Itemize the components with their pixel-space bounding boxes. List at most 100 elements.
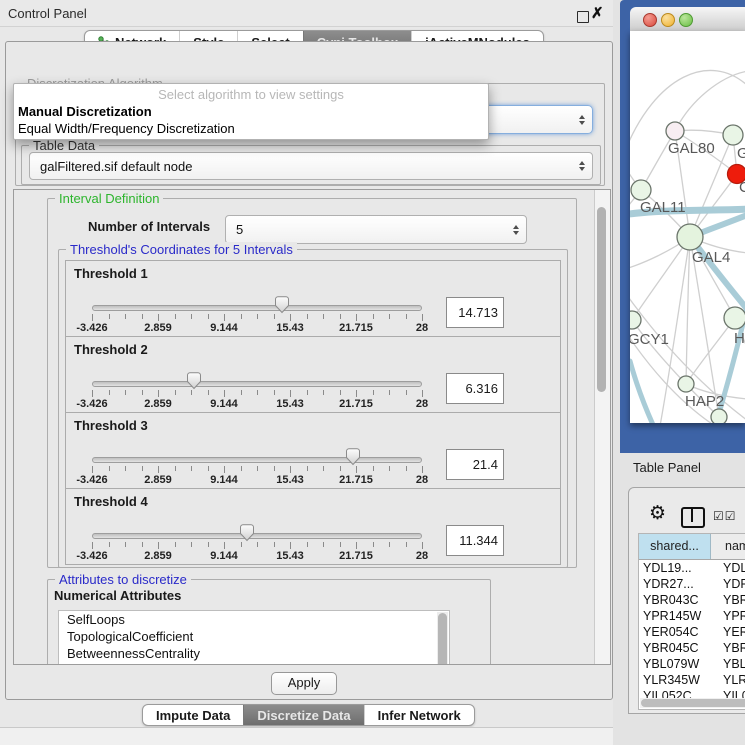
network-node[interactable] bbox=[724, 307, 745, 329]
tab-infer-network[interactable]: Infer Network bbox=[364, 705, 474, 725]
split-columns-icon[interactable] bbox=[681, 507, 705, 528]
table-data-value: galFiltered.sif default node bbox=[40, 153, 192, 179]
attributes-group-label: Attributes to discretize bbox=[55, 572, 191, 587]
algorithm-option[interactable]: Equal Width/Frequency Discretization bbox=[18, 120, 484, 137]
tick-mark bbox=[323, 542, 324, 547]
network-node[interactable] bbox=[631, 180, 651, 200]
tick-mark bbox=[290, 390, 291, 397]
attribute-item[interactable]: BetweennessCentrality bbox=[59, 645, 449, 662]
table-row[interactable]: YDR27...YDR27 bbox=[639, 576, 745, 592]
slider-handle[interactable] bbox=[345, 448, 360, 466]
network-canvas[interactable]: GAL80GACGAL11GAL4GCY1HHAP2 bbox=[630, 31, 745, 423]
vertical-scrollbar[interactable] bbox=[594, 190, 610, 664]
network-node[interactable] bbox=[723, 125, 743, 145]
cell-shared-name: YBL079W bbox=[639, 656, 714, 672]
scrollbar-thumb[interactable] bbox=[597, 207, 606, 392]
tick-mark bbox=[92, 390, 93, 397]
network-edge[interactable] bbox=[675, 71, 745, 131]
table-row[interactable]: YBR043CYBR04 bbox=[639, 592, 745, 608]
tick-mark bbox=[109, 542, 110, 547]
tick-mark bbox=[92, 542, 93, 549]
tick-label: 15.43 bbox=[276, 474, 304, 486]
tick-mark bbox=[92, 466, 93, 473]
table-row[interactable]: YPR145WYPR14 bbox=[639, 608, 745, 624]
apply-button[interactable]: Apply bbox=[271, 672, 337, 695]
slider-groove bbox=[92, 457, 422, 463]
network-node[interactable] bbox=[677, 224, 703, 250]
column-header-shared-name[interactable]: shared... bbox=[639, 534, 711, 559]
float-window-icon[interactable] bbox=[577, 11, 589, 23]
attribute-item[interactable]: TopologicalCoefficient bbox=[59, 628, 449, 645]
column-header-name[interactable]: name bbox=[711, 534, 745, 559]
minimize-traffic-light-icon[interactable] bbox=[661, 13, 675, 27]
cell-name: YBR04 bbox=[714, 592, 745, 608]
tick-mark bbox=[175, 542, 176, 547]
network-node[interactable] bbox=[630, 311, 641, 329]
table-row[interactable]: YBR045CYBR04 bbox=[639, 640, 745, 656]
close-icon[interactable]: ✗ bbox=[591, 4, 604, 22]
tick-mark bbox=[307, 466, 308, 471]
tick-label: 9.144 bbox=[210, 474, 238, 486]
tab-discretize-data[interactable]: Discretize Data bbox=[243, 705, 363, 725]
tick-label: 2.859 bbox=[144, 322, 172, 334]
zoom-traffic-light-icon[interactable] bbox=[679, 13, 693, 27]
number-of-intervals-select[interactable]: 5 bbox=[225, 215, 527, 244]
slider-track[interactable]: -3.4262.8599.14415.4321.71528 bbox=[92, 337, 422, 412]
slider-handle[interactable] bbox=[187, 372, 202, 390]
scrollbar-thumb[interactable] bbox=[641, 699, 745, 707]
attributes-group: Attributes to discretize Numerical Attri… bbox=[47, 579, 491, 665]
thresholds-group-label: Threshold's Coordinates for 5 Intervals bbox=[66, 242, 297, 257]
slider-track[interactable]: -3.4262.8599.14415.4321.71528 bbox=[92, 489, 422, 564]
table-panel-title: Table Panel bbox=[633, 460, 701, 475]
numerical-attributes-label: Numerical Attributes bbox=[54, 588, 181, 603]
threshold-value-field[interactable]: 14.713 bbox=[446, 297, 504, 328]
table-data-select[interactable]: galFiltered.sif default node bbox=[29, 152, 593, 180]
slider-track[interactable]: -3.4262.8599.14415.4321.71528 bbox=[92, 261, 422, 336]
thresholds-group: Threshold's Coordinates for 5 Intervals … bbox=[58, 249, 568, 568]
network-edge-highlighted[interactable] bbox=[630, 361, 654, 423]
tick-mark bbox=[191, 314, 192, 319]
tick-label: 15.43 bbox=[276, 550, 304, 562]
cell-shared-name: YBR043C bbox=[639, 592, 714, 608]
gear-icon[interactable]: ⚙ bbox=[649, 502, 666, 524]
slider-groove bbox=[92, 381, 422, 387]
algorithm-option[interactable]: Manual Discretization bbox=[18, 103, 484, 120]
number-of-intervals-label: Number of Intervals bbox=[88, 216, 210, 238]
network-node[interactable] bbox=[666, 122, 684, 140]
tab-impute-data[interactable]: Impute Data bbox=[143, 705, 243, 725]
tick-mark bbox=[406, 390, 407, 395]
cyni-toolbox-content: Discretization Algorithm Select algorith… bbox=[5, 41, 613, 700]
threshold-value-field[interactable]: 21.4 bbox=[446, 449, 504, 480]
slider-handle[interactable] bbox=[275, 296, 290, 314]
cell-shared-name: YDR27... bbox=[639, 576, 714, 592]
interval-definition-group: Interval Definition Number of Intervals … bbox=[47, 198, 577, 568]
tick-label: 2.859 bbox=[144, 550, 172, 562]
network-edge[interactable] bbox=[632, 237, 690, 320]
tick-mark bbox=[109, 314, 110, 319]
horizontal-scrollbar[interactable] bbox=[640, 698, 745, 708]
threshold-value-field[interactable]: 11.344 bbox=[446, 525, 504, 556]
tick-label: 15.43 bbox=[276, 398, 304, 410]
tick-label: -3.426 bbox=[76, 322, 107, 334]
slider-handle[interactable] bbox=[240, 524, 255, 542]
attributes-list[interactable]: SelfLoopsTopologicalCoefficientBetweenne… bbox=[58, 610, 450, 665]
table-row[interactable]: YDL19...YDL19 bbox=[639, 560, 745, 576]
attributes-list-scrollbar[interactable] bbox=[437, 612, 448, 665]
attribute-item[interactable]: SelfLoops bbox=[59, 611, 449, 628]
number-of-intervals-value: 5 bbox=[236, 216, 243, 243]
threshold-value-field[interactable]: 6.316 bbox=[446, 373, 504, 404]
slider-track[interactable]: -3.4262.8599.14415.4321.71528 bbox=[92, 413, 422, 488]
scrollbar-thumb[interactable] bbox=[438, 613, 447, 665]
tick-mark bbox=[340, 542, 341, 547]
table-row[interactable]: YBL079WYBL07 bbox=[639, 656, 745, 672]
tick-mark bbox=[373, 314, 374, 319]
network-node[interactable] bbox=[711, 409, 727, 423]
tick-label: 28 bbox=[416, 474, 428, 486]
close-traffic-light-icon[interactable] bbox=[643, 13, 657, 27]
table-row[interactable]: YLR345WYLR34 bbox=[639, 672, 745, 688]
network-node[interactable] bbox=[678, 376, 694, 392]
select-columns-icon[interactable]: ☑☑ bbox=[713, 509, 737, 523]
algorithm-hint: Select algorithm to view settings bbox=[14, 87, 488, 102]
table-row[interactable]: YER054CYER05 bbox=[639, 624, 745, 640]
tick-mark bbox=[274, 390, 275, 395]
